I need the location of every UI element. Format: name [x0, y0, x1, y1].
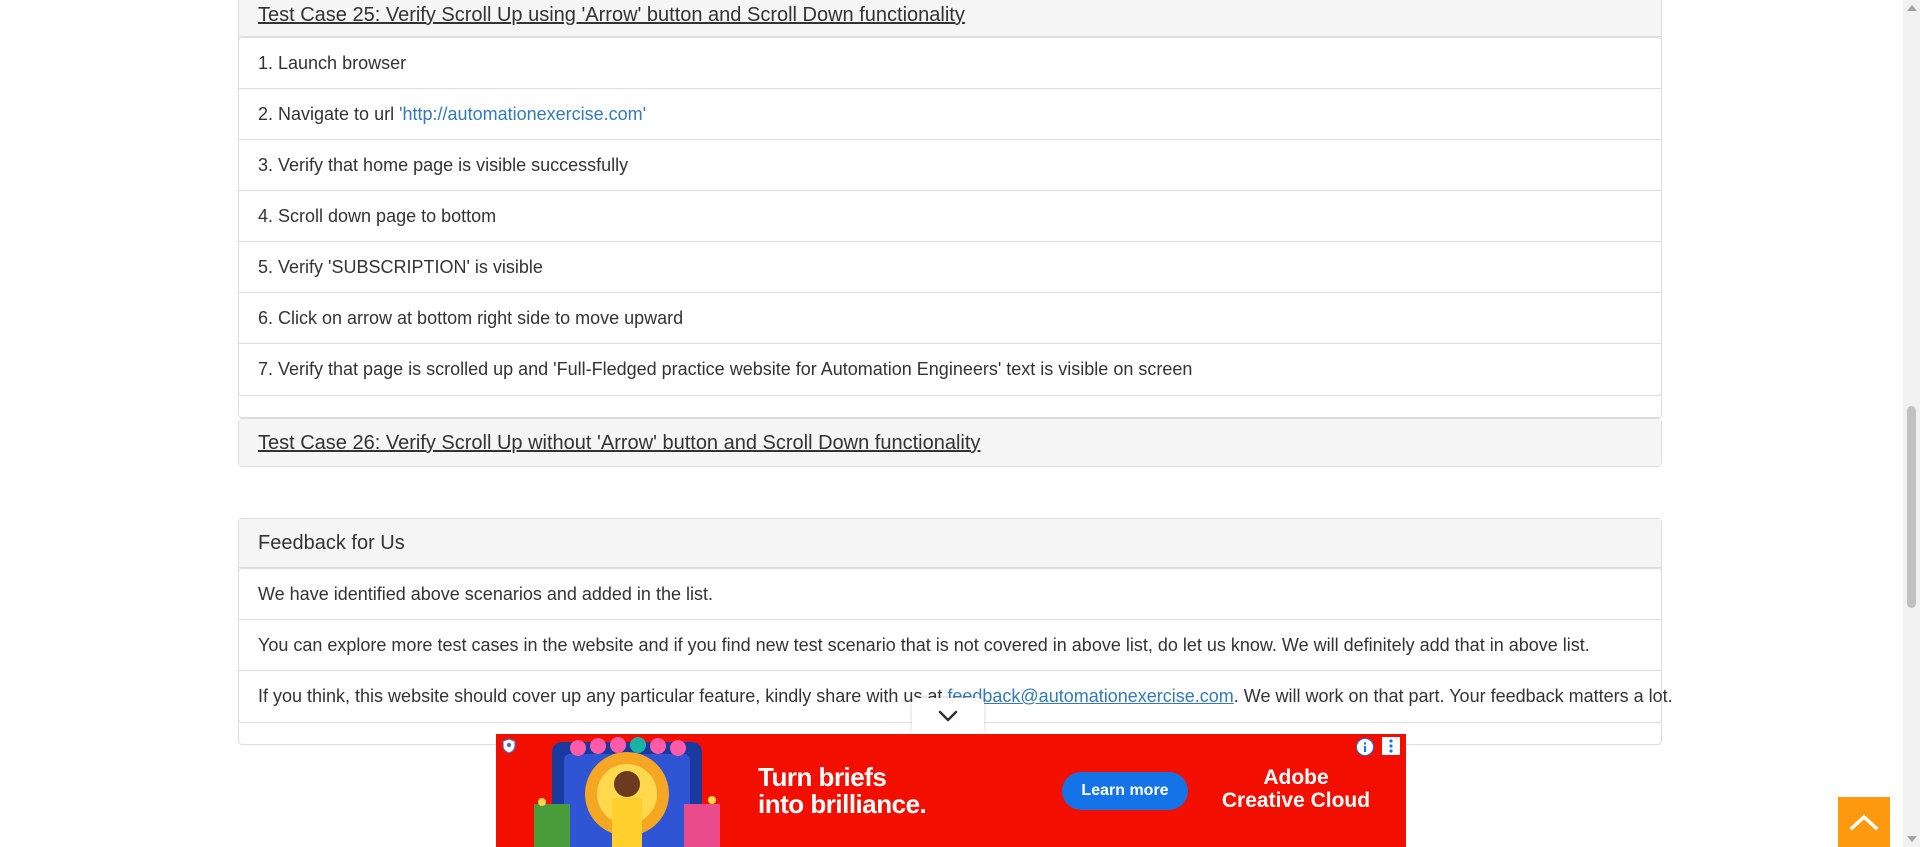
step-7: 7. Verify that page is scrolled up and '… [258, 359, 1193, 379]
feedback-line-3-after: . We will work on that part. Your feedba… [1233, 686, 1673, 706]
step-2-text: 2. Navigate to url [258, 104, 400, 124]
automationexercise-url-link[interactable]: 'http://automationexercise.com' [399, 104, 646, 124]
step-5: 5. Verify 'SUBSCRIPTION' is visible [239, 242, 1661, 293]
info-icon[interactable] [1356, 738, 1374, 756]
ad-collapse-button[interactable] [912, 698, 984, 734]
test-case-25-steps: 1. Launch browser 2. Navigate to url 'ht… [238, 37, 1662, 396]
test-case-26-panel: Test Case 26: Verify Scroll Up without '… [238, 418, 1662, 467]
ad-headline-line-1: Turn briefs [758, 762, 887, 792]
scroll-up-arrow-icon[interactable] [1907, 5, 1917, 11]
ad-brand-line-1: Adobe [1263, 766, 1329, 789]
step-4: 4. Scroll down page to bottom [239, 191, 1661, 242]
ad-learn-more-button[interactable]: Learn more [1062, 772, 1188, 810]
ad-banner[interactable]: Turn briefs into brilliance. Learn more … [496, 734, 1406, 847]
step-2: 2. Navigate to url 'http://automationexe… [239, 89, 1661, 140]
test-case-25-heading: Test Case 25: Verify Scroll Up using 'Ar… [239, 0, 1661, 37]
feedback-email-link[interactable]: feedback@automationexercise.com [947, 686, 1233, 706]
scrollbar-thumb[interactable] [1907, 406, 1916, 608]
scroll-up-button[interactable] [1838, 797, 1890, 847]
chevron-up-icon [1849, 814, 1879, 831]
poster-illustration-icon [534, 737, 720, 847]
ad-brand-line-2: Creative Cloud [1221, 789, 1371, 812]
step-6: 6. Click on arrow at bottom right side t… [239, 293, 1661, 344]
step-1: 1. Launch browser [239, 38, 1661, 89]
feedback-line-1: We have identified above scenarios and a… [239, 569, 1661, 620]
test-case-26-heading: Test Case 26: Verify Scroll Up without '… [239, 419, 1661, 466]
test-case-25-panel: Test Case 25: Verify Scroll Up using 'Ar… [238, 0, 1662, 418]
feedback-heading: Feedback for Us [239, 519, 1661, 568]
ad-headline-line-2: into brilliance. [758, 789, 927, 819]
chevron-down-icon [938, 710, 958, 722]
ad-shield-icon [502, 738, 516, 754]
ad-headline: Turn briefs into brilliance. [758, 762, 927, 819]
test-case-26-link[interactable]: Test Case 26: Verify Scroll Up without '… [258, 432, 980, 454]
feedback-line-3-before: If you think, this website should cover … [258, 686, 948, 706]
test-case-25-link[interactable]: Test Case 25: Verify Scroll Up using 'Ar… [258, 4, 965, 26]
feedback-line-2: You can explore more test cases in the w… [239, 620, 1661, 671]
ad-brand: Adobe Creative Cloud [1216, 766, 1376, 812]
scroll-down-arrow-icon[interactable] [1907, 836, 1917, 842]
vertical-dots-icon[interactable] [1382, 737, 1400, 755]
step-3: 3. Verify that home page is visible succ… [239, 140, 1661, 191]
page-scrollbar[interactable] [1903, 0, 1920, 847]
